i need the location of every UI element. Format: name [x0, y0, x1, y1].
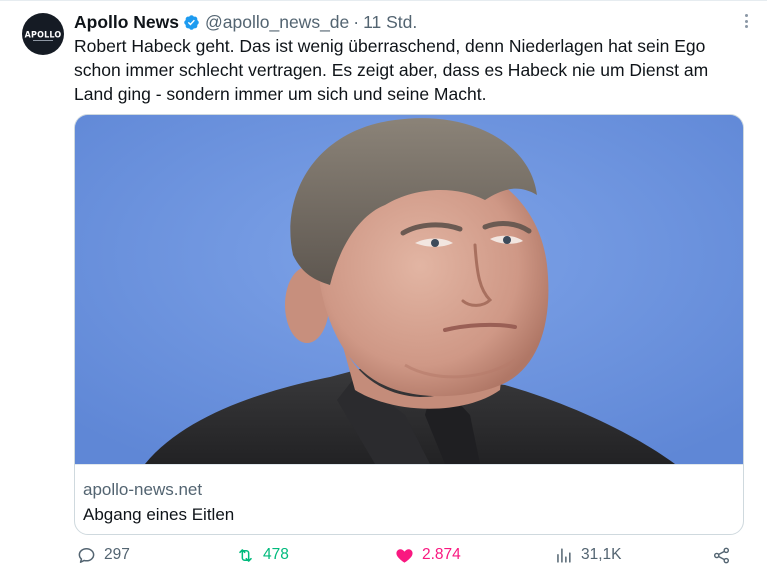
reply-button[interactable]: 297	[77, 543, 130, 567]
verified-badge-icon	[184, 14, 199, 30]
account-name[interactable]: Apollo News	[74, 12, 179, 33]
tweet-header: Apollo News @apollo_news_de · 11 Std.	[74, 10, 417, 34]
retweet-count: 478	[263, 546, 289, 563]
retweet-icon	[239, 548, 252, 562]
more-dot	[744, 19, 748, 23]
views-button[interactable]: 31,1K	[554, 543, 622, 567]
avatar-logo-underline	[33, 40, 53, 41]
more-options-icon[interactable]	[739, 11, 753, 31]
card-domain: apollo-news.net	[83, 480, 203, 499]
views-icon	[557, 547, 571, 563]
link-card[interactable]: apollo-news.net Abgang eines Eitlen	[74, 114, 744, 535]
heart-icon	[396, 548, 413, 563]
like-count: 2.874	[422, 546, 461, 563]
card-title: Abgang eines Eitlen	[83, 505, 235, 524]
separator-dot: ·	[353, 11, 360, 32]
more-dot	[744, 25, 748, 28]
share-icon	[713, 547, 730, 563]
card-image[interactable]	[75, 115, 743, 464]
action-bar: 297 478 2.874 31,1K	[74, 543, 744, 567]
tweet-text: Robert Habeck geht. Das ist wenig überra…	[74, 36, 709, 104]
views-count: 31,1K	[581, 546, 622, 563]
tweet[interactable]: APOLLO Apollo News @apollo_news_de · 11 …	[0, 0, 767, 575]
reply-count: 297	[104, 546, 130, 563]
portrait-photo	[75, 115, 743, 464]
share-button[interactable]	[712, 543, 739, 567]
reply-icon	[78, 547, 95, 563]
more-dot	[744, 14, 748, 17]
retweet-button[interactable]: 478	[236, 543, 289, 567]
timestamp[interactable]: 11 Std.	[363, 12, 417, 33]
avatar-logo-text: APOLLO	[24, 28, 62, 40]
account-handle[interactable]: @apollo_news_de	[205, 12, 349, 33]
avatar[interactable]: APOLLO	[22, 13, 64, 55]
like-button[interactable]: 2.874	[395, 543, 461, 567]
card-meta[interactable]: apollo-news.net Abgang eines Eitlen	[75, 464, 743, 534]
